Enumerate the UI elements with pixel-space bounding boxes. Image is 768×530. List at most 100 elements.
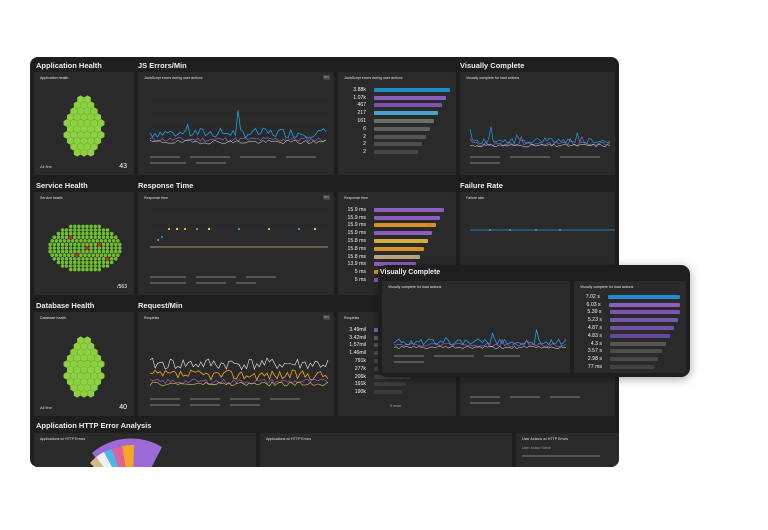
tile-title: Requests (344, 316, 360, 320)
service-node (52, 249, 57, 254)
list-row[interactable]: 4.83 s (580, 332, 680, 340)
http-errors-apps-tile[interactable]: Applications w/ HTTP Errors (34, 433, 256, 467)
hex-grid-db (63, 336, 105, 398)
list-row[interactable]: 1.07k (344, 94, 450, 102)
service-node (66, 239, 71, 243)
service-node (85, 242, 89, 247)
service-node (77, 264, 81, 268)
list-bar (610, 349, 662, 354)
list-row[interactable]: 2 (344, 148, 450, 156)
service-node (81, 260, 85, 265)
service-node (77, 228, 81, 232)
list-row[interactable]: 15.9 ms (344, 214, 450, 222)
popup-visually-complete-chart (393, 329, 567, 363)
js-errors-list-tile[interactable]: JavaScript errors during user actions 3.… (338, 72, 456, 175)
list-row[interactable]: 15.8 ms (344, 245, 450, 253)
service-node (64, 257, 69, 261)
response-time-chart-tile[interactable]: Response time 5m (138, 192, 334, 295)
list-row[interactable]: 3.57 s (580, 348, 680, 356)
visually-complete-chart-tile[interactable]: Visually complete for load actions (460, 72, 615, 175)
list-row[interactable]: 15.9 ms (344, 229, 450, 237)
service-node (73, 257, 77, 261)
service-node (64, 235, 69, 239)
more-link[interactable]: 5 more (390, 404, 401, 408)
hex-grid-app (63, 95, 105, 157)
requests-chart-tile[interactable]: Requests 5m (138, 312, 334, 416)
list-value: 1.07k (353, 94, 366, 101)
list-row[interactable]: 2.98 s (580, 355, 680, 363)
list-row[interactable]: 467 (344, 102, 450, 110)
list-row[interactable]: 6.03 s (580, 301, 680, 309)
js-errors-chart-tile[interactable]: JavaScript errors during user actions 5m (138, 72, 334, 175)
list-value: 3.88k (353, 86, 366, 93)
service-health-tile[interactable]: Service health /563 (34, 192, 134, 295)
popup-list-tile[interactable]: Visually complete for load actions 7.02 … (574, 281, 686, 373)
list-row[interactable]: 2 (344, 133, 450, 141)
service-node (73, 264, 77, 268)
service-node (101, 242, 106, 247)
service-node (85, 228, 89, 232)
service-node (111, 253, 116, 257)
list-row[interactable]: 15.9 ms (344, 206, 450, 214)
service-node (56, 235, 61, 239)
service-node (54, 239, 59, 243)
section-requests: Request/Min (138, 301, 183, 310)
list-value: 6.03 s (586, 301, 601, 308)
popup-chart-tile[interactable]: Visually complete for load actions (382, 281, 570, 373)
service-node (68, 249, 73, 254)
service-node (89, 235, 93, 239)
service-node (50, 239, 54, 243)
service-node (105, 260, 110, 265)
service-node (105, 231, 110, 236)
service-node (97, 228, 102, 232)
service-node (68, 235, 73, 239)
list-bar (610, 365, 654, 370)
service-node (77, 260, 81, 265)
service-node (118, 249, 122, 254)
visually-complete-popup[interactable]: Visually Complete Visually complete for … (378, 265, 690, 377)
service-node (60, 264, 65, 268)
list-row[interactable]: 190k (344, 388, 450, 396)
service-node (68, 246, 73, 250)
section-application-health: Application Health (36, 61, 102, 70)
list-row[interactable]: 15.8 ms (344, 253, 450, 261)
http-errors-apps-tile-2[interactable]: Applications w/ HTTP Errors (260, 433, 512, 467)
list-row[interactable]: 191k (344, 381, 450, 389)
service-node (73, 224, 77, 229)
list-row[interactable]: 4.87 s (580, 324, 680, 332)
list-value: 15.9 ms (347, 230, 366, 237)
list-row[interactable]: 3.88k (344, 86, 450, 94)
list-value: 791k (354, 358, 366, 365)
list-row[interactable]: 15.8 ms (344, 237, 450, 245)
response-time-chart (150, 213, 328, 284)
service-node (89, 231, 93, 236)
list-row[interactable]: 15.9 ms (344, 222, 450, 230)
list-value: 206k (354, 373, 366, 380)
service-node (93, 224, 98, 229)
database-health-tile[interactable]: Database health All fine 40 (34, 312, 134, 416)
service-node (77, 246, 81, 250)
service-node (114, 246, 118, 250)
http-errors-user-actions-tile[interactable]: User Actions w/ HTTP Errors User Action … (516, 433, 619, 467)
list-row[interactable]: 5.23 s (580, 316, 680, 324)
list-row[interactable]: 77 ms (580, 363, 680, 371)
application-health-tile[interactable]: Application health All fine 43 (34, 72, 134, 175)
list-row[interactable]: 217 (344, 109, 450, 117)
section-http-errors: Application HTTP Error Analysis (36, 421, 152, 430)
list-row[interactable]: 5.39 s (580, 309, 680, 317)
list-row[interactable]: 6 (344, 125, 450, 133)
service-node (103, 253, 108, 257)
list-row[interactable]: 2 (344, 141, 450, 149)
service-node (77, 267, 81, 272)
list-value: 4.3 s (590, 340, 602, 347)
list-row[interactable]: 4.3 s (580, 340, 680, 348)
list-row[interactable]: 7.02 s (580, 293, 680, 301)
list-value: 277k (354, 365, 366, 372)
list-row[interactable]: 161 (344, 117, 450, 125)
service-node (58, 253, 63, 257)
list-bar (374, 134, 426, 139)
service-node (62, 253, 67, 257)
service-node (114, 242, 118, 247)
list-value: 4.87 s (587, 325, 602, 332)
service-node (95, 239, 100, 243)
